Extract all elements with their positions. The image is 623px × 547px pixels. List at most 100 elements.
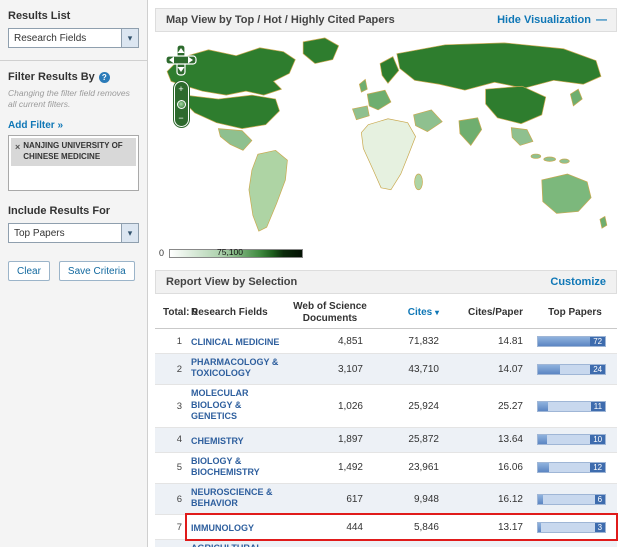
hide-visualization-label: Hide Visualization (497, 14, 591, 26)
active-filter-item[interactable]: × NANJING UNIVERSITY OF CHINESE MEDICINE (11, 138, 136, 166)
row-rank: 7 (155, 522, 191, 533)
cites-per-paper-value: 16.12 (449, 494, 533, 505)
top-papers-count: 3 (595, 523, 605, 532)
world-map[interactable] (155, 32, 617, 244)
table-row: 1 CLINICAL MEDICINE 4,851 71,832 14.81 7… (155, 329, 617, 354)
map-region-middle-east (414, 110, 443, 132)
map-region-central-europe (367, 90, 391, 110)
dropdown-arrow-icon[interactable]: ▾ (121, 224, 138, 242)
sort-desc-icon: ▾ (435, 308, 439, 317)
cites-per-paper-value: 14.07 (449, 364, 533, 375)
top-papers-bar-fill (538, 365, 560, 374)
field-link[interactable]: PHARMACOLOGY & TOXICOLOGY (191, 357, 287, 380)
docs-value: 1,026 (287, 401, 373, 412)
column-header-cites[interactable]: Cites ▾ (373, 307, 449, 319)
cites-per-paper-value: 16.06 (449, 462, 533, 473)
top-papers-count: 11 (591, 402, 605, 411)
cites-per-paper-value: 13.17 (449, 522, 533, 533)
top-papers-bar[interactable]: 6 (537, 494, 606, 505)
top-papers-bar[interactable]: 12 (537, 462, 606, 473)
save-criteria-button[interactable]: Save Criteria (59, 261, 135, 281)
field-link[interactable]: AGRICULTURAL SCIENCES (191, 543, 287, 547)
map-region-indonesia (560, 159, 570, 163)
include-results-label: Include Results For (8, 205, 139, 217)
map-region-mexico (218, 129, 252, 151)
globe-icon[interactable] (177, 100, 186, 109)
esi-results-page: Results List Research Fields ▾ Filter Re… (0, 0, 623, 547)
docs-value: 1,492 (287, 462, 373, 473)
top-papers-bar-fill (538, 463, 549, 472)
results-list-label: Results List (8, 10, 139, 22)
table-row: 5 BIOLOGY & BIOCHEMISTRY 1,492 23,961 16… (155, 453, 617, 484)
map-legend: 0 75,100 (159, 246, 617, 260)
top-papers-bar[interactable]: 11 (537, 401, 606, 412)
map-region-india (459, 118, 482, 146)
table-row: 8 AGRICULTURAL SCIENCES 345 4,379 12.69 … (155, 540, 617, 547)
map-zoom-control[interactable]: + − (174, 81, 189, 127)
dropdown-arrow-icon[interactable]: ▾ (121, 29, 138, 47)
map-pan-control[interactable] (165, 44, 197, 76)
field-link[interactable]: MOLECULAR BIOLOGY & GENETICS (191, 388, 287, 422)
column-header-cites-per-paper: Cites/Paper (449, 307, 533, 319)
zoom-in-icon[interactable]: + (178, 85, 183, 94)
results-list-select[interactable]: Research Fields ▾ (8, 28, 139, 48)
docs-value: 4,851 (287, 336, 373, 347)
map-view-title: Map View by Top / Hot / Highly Cited Pap… (166, 14, 395, 26)
hide-visualization-link[interactable]: Hide Visualization — (497, 14, 606, 26)
table-row: 6 NEUROSCIENCE & BEHAVIOR 617 9,948 16.1… (155, 484, 617, 515)
filter-note: Changing the filter field removes all cu… (8, 88, 139, 109)
top-papers-bar[interactable]: 72 (537, 336, 606, 347)
top-papers-count: 72 (590, 337, 605, 346)
column-header-research-fields: Research Fields (191, 307, 287, 319)
top-papers-bar-fill (538, 435, 547, 444)
map-container[interactable]: + − (155, 32, 617, 244)
help-icon[interactable]: ? (99, 72, 110, 83)
sidebar: Results List Research Fields ▾ Filter Re… (0, 0, 148, 547)
field-link[interactable]: BIOLOGY & BIOCHEMISTRY (191, 456, 287, 479)
field-link[interactable]: IMMUNOLOGY (191, 523, 254, 534)
map-region-new-zealand (600, 216, 607, 228)
map-region-usa (185, 95, 280, 129)
cites-value: 25,872 (373, 434, 449, 445)
top-papers-bar-fill (538, 402, 548, 411)
active-filter-label: NANJING UNIVERSITY OF CHINESE MEDICINE (23, 141, 132, 163)
row-rank: 1 (155, 336, 191, 347)
top-papers-count: 12 (590, 463, 605, 472)
top-papers-bar[interactable]: 24 (537, 364, 606, 375)
docs-value: 3,107 (287, 364, 373, 375)
map-region-greenland (303, 38, 338, 64)
cites-per-paper-value: 14.81 (449, 336, 533, 347)
zoom-out-icon[interactable]: − (178, 114, 183, 123)
table-row: 4 CHEMISTRY 1,897 25,872 13.64 10 (155, 428, 617, 453)
row-rank: 6 (155, 494, 191, 505)
top-papers-bar[interactable]: 3 (537, 522, 606, 533)
top-papers-count: 24 (590, 365, 605, 374)
map-region-south-america (249, 150, 287, 231)
table-header-row: Total: 9 Research Fields Web of Science … (155, 298, 617, 329)
main-content: Map View by Top / Hot / Highly Cited Pap… (149, 0, 623, 547)
field-link[interactable]: CLINICAL MEDICINE (191, 337, 279, 348)
top-papers-bar-fill (538, 495, 543, 504)
customize-link[interactable]: Customize (550, 276, 606, 288)
column-header-top-papers: Top Papers (533, 307, 617, 319)
map-region-indonesia (544, 157, 556, 161)
cites-value: 9,948 (373, 494, 449, 505)
field-link[interactable]: CHEMISTRY (191, 436, 244, 447)
field-link[interactable]: NEUROSCIENCE & BEHAVIOR (191, 487, 287, 510)
results-list-value: Research Fields (14, 33, 86, 44)
map-view-header: Map View by Top / Hot / Highly Cited Pap… (155, 8, 617, 32)
cites-value: 23,961 (373, 462, 449, 473)
clear-button[interactable]: Clear (8, 261, 50, 281)
table-row: 2 PHARMACOLOGY & TOXICOLOGY 3,107 43,710… (155, 354, 617, 385)
add-filter-link[interactable]: Add Filter » (8, 120, 63, 131)
map-region-madagascar (415, 174, 423, 190)
map-region-china (486, 86, 546, 123)
map-region-se-asia (511, 128, 533, 146)
map-region-japan (570, 89, 582, 106)
top-papers-bar[interactable]: 10 (537, 434, 606, 445)
map-controls: + − (165, 44, 197, 127)
customize-label: Customize (550, 276, 606, 288)
remove-filter-icon[interactable]: × (15, 141, 20, 163)
report-view-title: Report View by Selection (166, 276, 297, 288)
include-results-select[interactable]: Top Papers ▾ (8, 223, 139, 243)
